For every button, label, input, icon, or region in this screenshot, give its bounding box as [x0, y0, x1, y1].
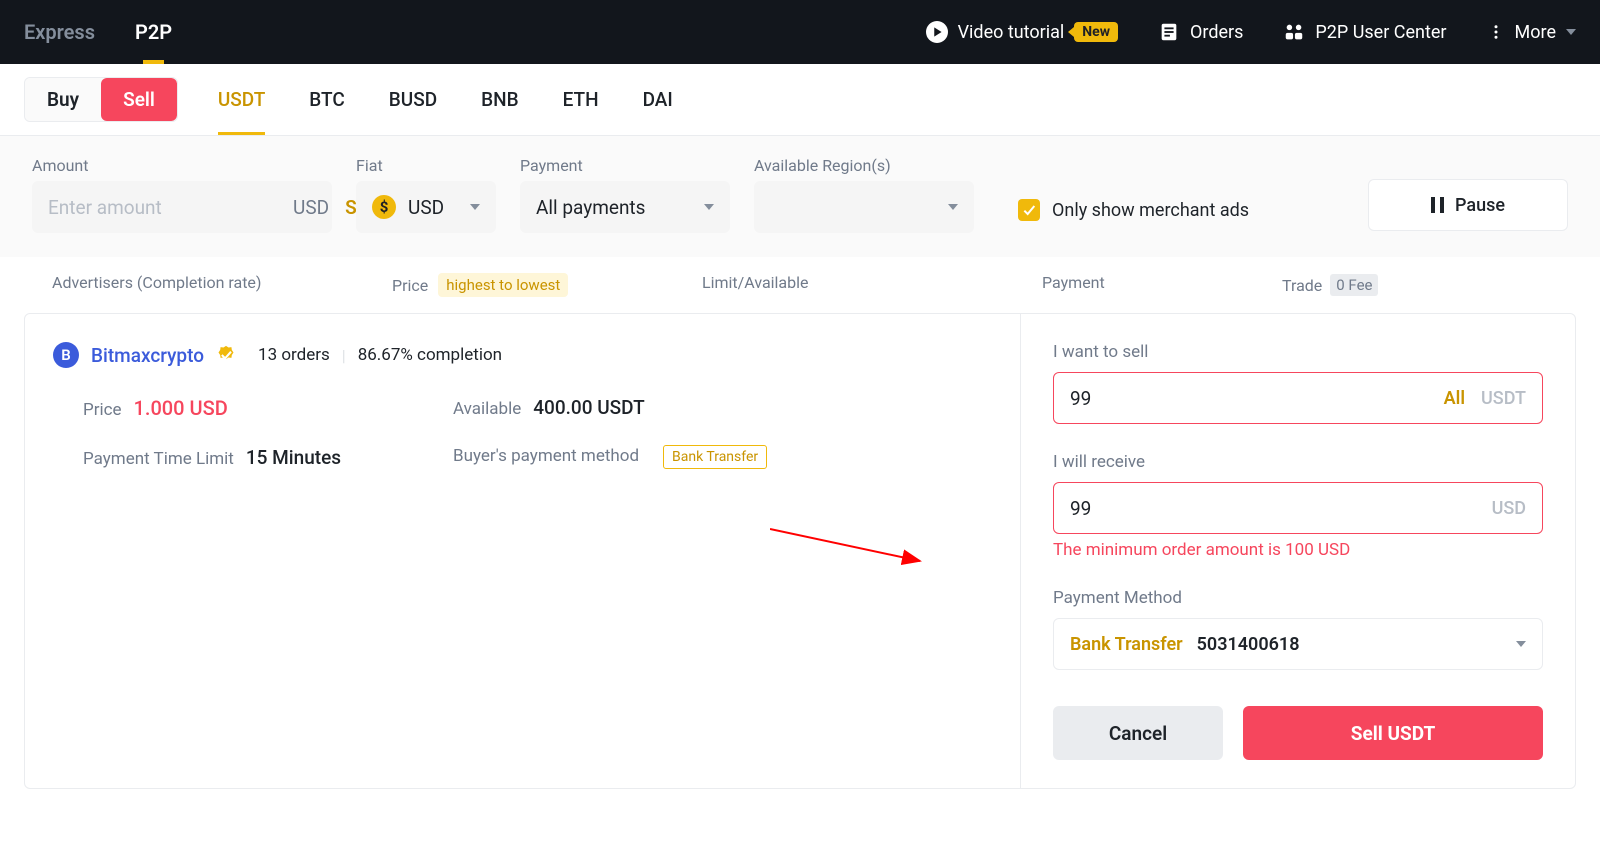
merchant-only-label: Only show merchant ads	[1052, 200, 1249, 221]
sell-form: I want to sell All USDT I will receive U…	[1021, 314, 1575, 788]
filter-fiat: Fiat $ USD	[356, 156, 496, 233]
error-message: The minimum order amount is 100 USD	[1053, 540, 1543, 560]
coin-tab-dai[interactable]: DAI	[643, 88, 673, 111]
play-icon	[926, 21, 948, 43]
region-label: Available Region(s)	[754, 156, 974, 175]
chevron-down-icon	[470, 204, 480, 210]
sell-amount-field: All USDT	[1053, 372, 1543, 424]
chevron-down-icon	[948, 204, 958, 210]
orders-link[interactable]: Orders	[1158, 21, 1243, 43]
payment-select[interactable]: All payments	[520, 181, 730, 233]
offer-card: B Bitmaxcrypto 13 orders | 86.67% comple…	[24, 313, 1576, 789]
coin-tab-bnb[interactable]: BNB	[481, 88, 518, 111]
region-select[interactable]	[754, 181, 974, 233]
fiat-label: Fiat	[356, 156, 496, 175]
sell-amount-label: I want to sell	[1053, 342, 1543, 362]
sell-unit: USDT	[1481, 388, 1526, 409]
advertiser-completion: 86.67% completion	[358, 345, 502, 365]
time-limit-label: Payment Time Limit	[83, 449, 234, 469]
sell-amount-input[interactable]	[1070, 387, 1444, 410]
chevron-down-icon	[1566, 29, 1576, 35]
filter-row: Amount USD Search Fiat $ USD Payment All…	[0, 136, 1600, 257]
pm-name: Bank Transfer	[1070, 634, 1183, 655]
th-limit: Limit/Available	[702, 273, 1042, 297]
pause-label: Pause	[1455, 195, 1505, 216]
payment-method-select[interactable]: Bank Transfer 5031400618	[1053, 618, 1543, 670]
receive-unit: USD	[1492, 498, 1526, 519]
all-button[interactable]: All	[1444, 388, 1465, 409]
pause-icon	[1431, 197, 1445, 213]
advertiser-name[interactable]: Bitmaxcrypto	[91, 344, 204, 367]
user-center-icon	[1283, 21, 1305, 43]
buyer-pm-label: Buyer's payment method	[453, 446, 639, 466]
th-payment: Payment	[1042, 273, 1282, 297]
more-menu[interactable]: More	[1487, 21, 1576, 43]
buy-sell-toggle: Buy Sell	[24, 77, 178, 122]
video-tutorial-label: Video tutorial	[958, 22, 1065, 43]
th-price: Price highest to lowest	[392, 273, 702, 297]
orders-label: Orders	[1190, 22, 1243, 43]
th-trade: Trade 0 Fee	[1282, 273, 1378, 297]
user-center-label: P2P User Center	[1315, 22, 1446, 43]
th-advertisers: Advertisers (Completion rate)	[52, 273, 392, 297]
available-value: 400.00 USDT	[533, 396, 644, 419]
payment-label: Payment	[520, 156, 730, 175]
receive-input[interactable]	[1070, 497, 1492, 520]
buyer-pm-chip: Bank Transfer	[663, 445, 767, 469]
table-header: Advertisers (Completion rate) Price high…	[0, 257, 1600, 313]
advertiser-avatar: B	[53, 342, 79, 368]
available-label: Available	[453, 399, 521, 419]
price-value: 1.000 USD	[134, 396, 228, 420]
merchant-only-toggle[interactable]: Only show merchant ads	[1018, 199, 1249, 221]
coin-tab-busd[interactable]: BUSD	[389, 88, 437, 111]
more-dots-icon	[1487, 21, 1505, 43]
amount-input[interactable]	[48, 196, 293, 219]
pause-button[interactable]: Pause	[1368, 179, 1568, 231]
filter-region: Available Region(s)	[754, 156, 974, 233]
sub-nav: Buy Sell USDT BTC BUSD BNB ETH DAI	[0, 64, 1600, 136]
more-label: More	[1515, 22, 1556, 43]
coin-tabs: USDT BTC BUSD BNB ETH DAI	[218, 88, 673, 111]
offer-details: B Bitmaxcrypto 13 orders | 86.67% comple…	[25, 314, 1021, 788]
payment-value: All payments	[536, 196, 692, 219]
coin-tab-eth[interactable]: ETH	[563, 88, 599, 111]
user-center-link[interactable]: P2P User Center	[1283, 21, 1446, 43]
time-limit-value: 15 Minutes	[246, 446, 341, 469]
tab-express[interactable]: Express	[24, 20, 95, 44]
chevron-down-icon	[704, 204, 714, 210]
receive-label: I will receive	[1053, 452, 1543, 472]
sort-badge[interactable]: highest to lowest	[438, 273, 568, 297]
pm-account: 5031400618	[1197, 634, 1516, 655]
dollar-icon: $	[372, 195, 396, 219]
filter-payment: Payment All payments	[520, 156, 730, 233]
advertiser-orders: 13 orders	[258, 345, 330, 365]
chevron-down-icon	[1516, 641, 1526, 647]
video-tutorial-link[interactable]: Video tutorial New	[926, 21, 1118, 43]
orders-icon	[1158, 21, 1180, 43]
verified-icon	[216, 345, 236, 365]
sell-submit-button[interactable]: Sell USDT	[1243, 706, 1543, 760]
filter-amount: Amount USD Search	[32, 156, 332, 233]
price-label: Price	[83, 400, 122, 420]
amount-label: Amount	[32, 156, 332, 175]
buy-button[interactable]: Buy	[25, 78, 101, 121]
new-badge: New	[1074, 22, 1118, 42]
fiat-select[interactable]: $ USD	[356, 181, 496, 233]
fiat-value: USD	[408, 196, 458, 219]
receive-field: USD	[1053, 482, 1543, 534]
advertiser-row: B Bitmaxcrypto 13 orders | 86.67% comple…	[53, 342, 992, 368]
tab-p2p[interactable]: P2P	[135, 20, 172, 44]
cancel-button[interactable]: Cancel	[1053, 706, 1223, 760]
fee-badge: 0 Fee	[1330, 274, 1378, 296]
coin-tab-usdt[interactable]: USDT	[218, 88, 265, 111]
top-nav: Express P2P Video tutorial New Orders P2…	[0, 0, 1600, 64]
amount-field: USD Search	[32, 181, 332, 233]
sell-button[interactable]: Sell	[101, 78, 177, 121]
checkbox-checked-icon	[1018, 199, 1040, 221]
payment-method-label: Payment Method	[1053, 588, 1543, 608]
amount-unit: USD	[293, 196, 329, 219]
coin-tab-btc[interactable]: BTC	[309, 88, 344, 111]
